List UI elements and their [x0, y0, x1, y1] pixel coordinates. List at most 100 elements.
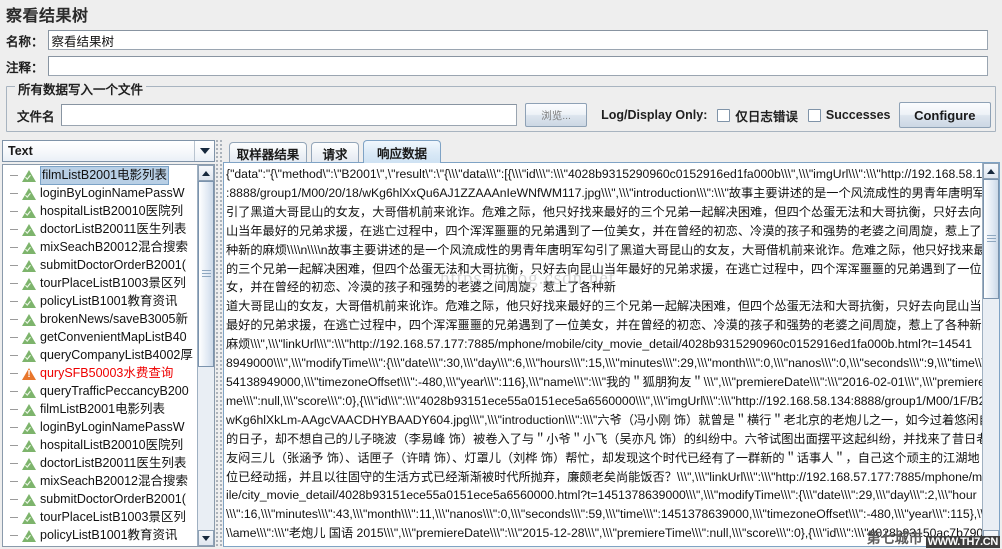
tree-node-label: filmListB2001电影列表	[40, 401, 166, 416]
results-tree[interactable]: filmListB2001电影列表 loginByLoginNamePassW ho…	[3, 165, 199, 546]
tree-node[interactable]: filmListB2001电影列表	[3, 400, 199, 418]
tree-node[interactable]: tourPlaceListB1003景区列	[3, 274, 199, 292]
successes-label: Successes	[825, 108, 891, 122]
tree-node-label: loginByLoginNamePassW	[40, 185, 185, 200]
tree-node[interactable]: hospitalListB20010医院列	[3, 202, 199, 220]
response-scroll-thumb[interactable]	[983, 179, 999, 299]
errors-only-checkbox-wrap[interactable]: 仅日志错误	[717, 106, 798, 125]
response-data-text[interactable]: {"data":"{\"method\":\"B2001\",\"result\…	[224, 163, 983, 546]
tree-node[interactable]: queryCompanyListB4002厚	[3, 346, 199, 364]
tree-node[interactable]: policyListB1001教育资讯	[3, 526, 199, 544]
tree-elbow-icon	[9, 292, 21, 310]
tree-node[interactable]: submitDoctorOrderB2001(	[3, 256, 199, 274]
success-triangle-icon	[21, 275, 37, 291]
response-data-panel: {"data":"{\"method\":\"B2001\",\"result\…	[223, 162, 1000, 547]
tab-sampler-result[interactable]: 取样器结果	[229, 142, 307, 163]
success-triangle-icon	[21, 419, 37, 435]
success-triangle-icon	[21, 185, 37, 201]
success-triangle-icon	[21, 437, 37, 453]
log-display-only-label: Log/Display Only:	[601, 108, 708, 122]
tree-node-label: queryCompanyListB4002厚	[40, 347, 193, 362]
name-row: 名称：	[6, 29, 998, 51]
group-title: 所有数据写入一个文件	[15, 79, 147, 98]
tree-scroll-thumb[interactable]	[198, 181, 214, 367]
successes-checkbox-wrap[interactable]: Successes	[807, 108, 891, 122]
tree-elbow-icon	[9, 184, 21, 202]
tree-elbow-icon	[9, 526, 21, 544]
tree-node[interactable]: hospitalListB20010医院列	[3, 436, 199, 454]
tree-node-label: mixSeachB20012混合搜索	[40, 239, 188, 254]
tab-response-data[interactable]: 响应数据	[363, 140, 441, 163]
success-triangle-icon	[21, 455, 37, 471]
filename-input[interactable]	[60, 104, 518, 126]
tree-elbow-icon	[9, 454, 21, 472]
tree-scroll-down-button[interactable]	[198, 530, 214, 546]
tree-elbow-icon	[9, 238, 21, 256]
tree-node-label: queryTrafficPeccancyB200	[40, 383, 189, 398]
tree-node[interactable]: doctorListB20011医生列表	[3, 454, 199, 472]
tree-elbow-icon	[9, 274, 21, 292]
tree-node-label: policyListB1001教育资讯	[40, 293, 178, 308]
success-triangle-icon	[21, 401, 37, 417]
tree-node[interactable]: filmListB2001电影列表	[3, 165, 199, 185]
tree-node[interactable]: getConvenientMapListB40	[3, 328, 199, 346]
left-pane: Text filmListB2001电影列表 loginByLoginNamePa…	[2, 140, 215, 547]
tree-elbow-icon	[9, 436, 21, 454]
tree-node[interactable]: loginByLoginNamePassW	[3, 418, 199, 436]
tree-node[interactable]: queryTrafficPeccancyB200	[3, 382, 199, 400]
response-scroll-down-button[interactable]	[983, 530, 999, 546]
success-triangle-icon	[21, 347, 37, 363]
success-triangle-icon	[21, 311, 37, 327]
tree-elbow-icon	[9, 328, 21, 346]
name-input[interactable]	[47, 30, 988, 50]
response-scroll-up-button[interactable]	[983, 163, 999, 179]
tree-elbow-icon	[9, 418, 21, 436]
tree-elbow-icon	[9, 382, 21, 400]
tree-elbow-icon	[9, 508, 21, 526]
successes-checkbox[interactable]	[807, 108, 821, 122]
tree-node-label: filmListB2001电影列表	[40, 165, 170, 185]
tree-node[interactable]: policyListB1001教育资讯	[3, 292, 199, 310]
renderer-selected-value: Text	[8, 144, 33, 158]
name-label: 名称：	[6, 34, 44, 49]
tree-node[interactable]: submitDoctorOrderB2001(	[3, 490, 199, 508]
tree-node-label: brokenNews/saveB3005新	[40, 311, 188, 326]
response-vertical-scrollbar[interactable]	[982, 163, 999, 546]
tab-request[interactable]: 请求	[311, 142, 359, 163]
comment-input[interactable]	[47, 56, 988, 76]
tree-scroll-up-button[interactable]	[198, 165, 214, 181]
tree-node-label: policyListB1001教育资讯	[40, 527, 178, 542]
configure-button[interactable]: Configure	[898, 102, 991, 128]
tree-node-label: qurySFB50003水费查询	[40, 365, 174, 380]
tree-node[interactable]: doctorListB20011医生列表	[3, 220, 199, 238]
tree-elbow-icon	[9, 256, 21, 274]
renderer-combobox[interactable]: Text	[2, 140, 215, 162]
tree-node[interactable]: qurySFB50003水费查询	[3, 364, 199, 382]
success-triangle-icon	[21, 509, 37, 525]
comment-row: 注释：	[6, 55, 998, 77]
tree-vertical-scrollbar[interactable]	[197, 165, 214, 546]
comment-label: 注释：	[6, 60, 44, 75]
tree-node-label: getConvenientMapListB40	[40, 329, 187, 344]
success-triangle-icon	[21, 203, 37, 219]
success-triangle-icon	[21, 527, 37, 543]
split-pane-divider[interactable]	[215, 140, 223, 547]
errors-only-checkbox[interactable]	[717, 108, 731, 122]
results-tree-scrollpane: filmListB2001电影列表 loginByLoginNamePassW ho…	[2, 164, 215, 547]
tree-node[interactable]: loginByLoginNamePassW	[3, 184, 199, 202]
tree-node-label: doctorListB20011医生列表	[40, 455, 187, 470]
tree-node-label: tourPlaceListB1003景区列	[40, 275, 186, 290]
tree-node[interactable]: tourPlaceListB1003景区列	[3, 508, 199, 526]
page-title: 察看结果树	[6, 8, 89, 25]
filename-label: 文件名	[17, 109, 55, 124]
tree-elbow-icon	[9, 364, 21, 382]
tree-node[interactable]: brokenNews/saveB3005新	[3, 310, 199, 328]
chevron-down-icon[interactable]	[194, 141, 214, 161]
browse-button[interactable]: 浏览...	[525, 103, 588, 127]
results-split-pane: Text filmListB2001电影列表 loginByLoginNamePa…	[2, 140, 1000, 547]
success-triangle-icon	[21, 329, 37, 345]
tree-node[interactable]: mixSeachB20012混合搜索	[3, 238, 199, 256]
tree-node-label: hospitalListB20010医院列	[40, 437, 184, 452]
success-triangle-icon	[21, 473, 37, 489]
tree-node[interactable]: mixSeachB20012混合搜索	[3, 472, 199, 490]
